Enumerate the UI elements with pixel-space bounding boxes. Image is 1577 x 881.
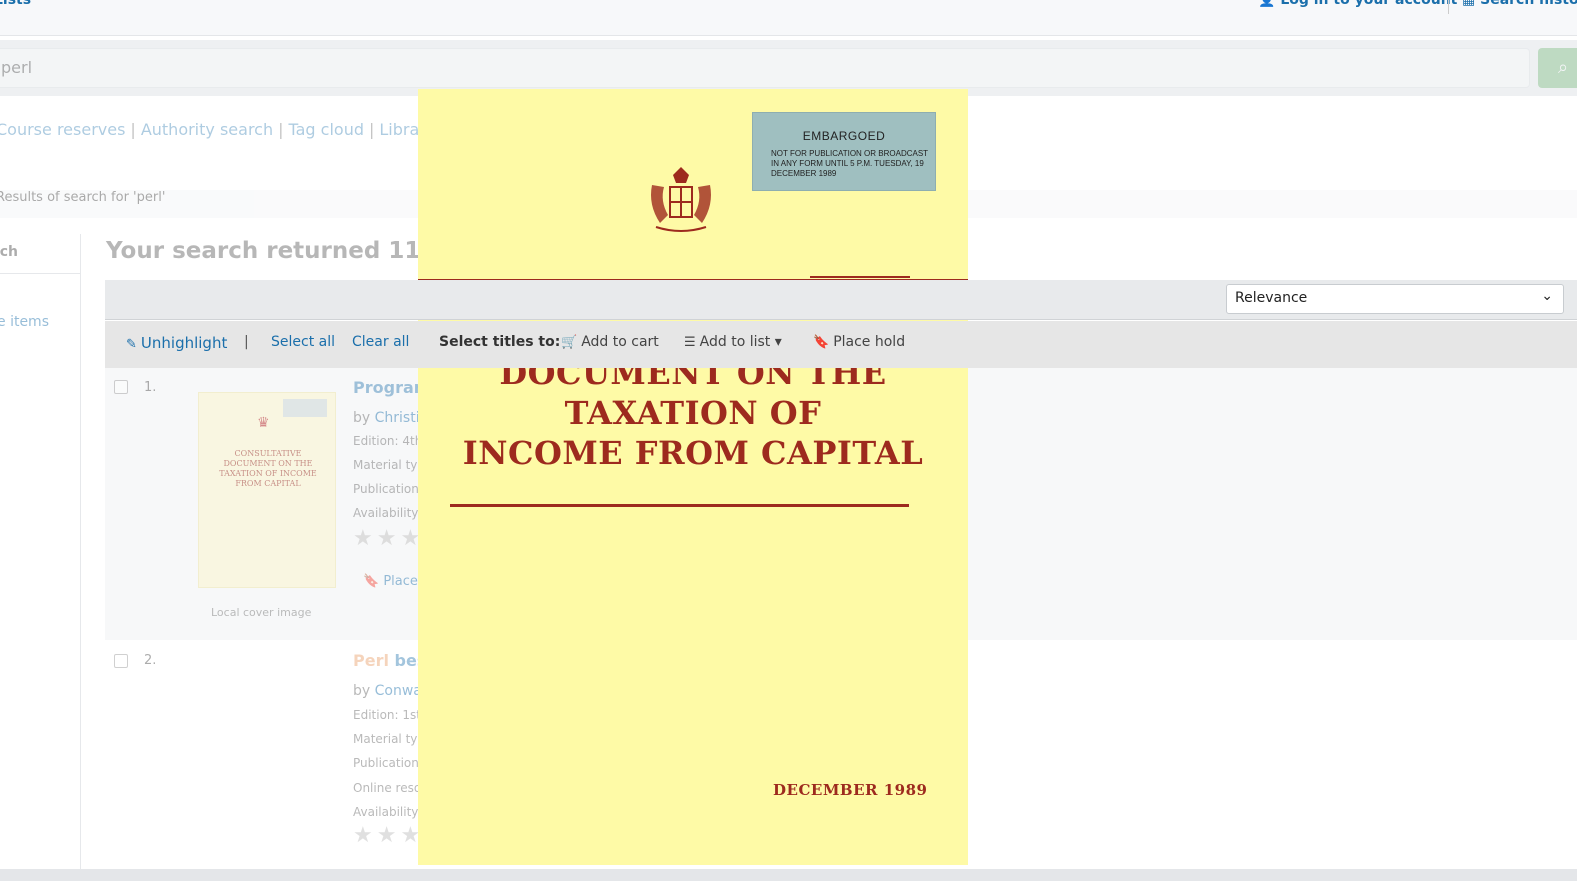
unhighlight-button[interactable]: ✎ Unhighlight — [126, 334, 227, 352]
add-to-cart-button[interactable]: 🛒Add to cart — [561, 334, 659, 350]
thumbnail-title: CONSULTATIVE DOCUMENT ON THE TAXATION OF… — [219, 449, 317, 488]
cover-rule-top — [810, 276, 910, 278]
history-icon: ▦ — [1462, 0, 1481, 8]
link-tag-cloud[interactable]: Tag cloud — [289, 120, 365, 139]
cover-date: DECEMBER 1989 — [773, 781, 928, 799]
search-history-label: Search history — [1480, 0, 1577, 8]
by-label: by — [353, 683, 371, 699]
bottom-border — [0, 869, 1577, 881]
result-publication: Publication — [353, 756, 419, 770]
caret-down-icon: ▾ — [770, 334, 782, 350]
pencil-icon: ✎ — [126, 337, 137, 352]
cover-title: DOCUMENT ON THE TAXATION OF INCOME FROM … — [458, 353, 928, 473]
top-navigation: Lists 👤 Log in to your account ▦ Search … — [0, 0, 1577, 36]
embargo-text: NOT FOR PUBLICATION OR BROADCAST IN ANY … — [771, 149, 928, 178]
embargo-label: EMBARGOED NOT FOR PUBLICATION OR BROADCA… — [752, 112, 936, 191]
coat-of-arms-icon — [651, 167, 711, 232]
result-edition: Edition: 1st — [353, 708, 421, 722]
user-icon: 👤 — [1258, 0, 1281, 8]
cover-label: Local cover image — [211, 606, 312, 619]
separator: | — [244, 334, 249, 350]
thumbnail-embargo-label — [283, 399, 327, 417]
toolbar-overlap: Select titles to: 🛒 Add to cart ☰ Add to l… — [418, 321, 968, 368]
sort-select[interactable]: Relevance ⌄ — [1226, 284, 1564, 314]
by-label: by — [353, 410, 371, 426]
separator: | — [278, 120, 284, 139]
title-highlight: Perl — [353, 651, 389, 670]
cover-rule — [450, 504, 909, 507]
result-availability: Availability: — [353, 506, 422, 520]
sidebar-item-available[interactable]: Available items — [0, 314, 49, 330]
bookmark-icon: 🔖 — [363, 574, 384, 589]
login-link[interactable]: 👤 Log in to your account — [1258, 0, 1457, 8]
embargo-heading: EMBARGOED — [802, 129, 886, 143]
link-course-reserves[interactable]: Course reserves — [0, 120, 125, 139]
nav-divider — [1448, 0, 1449, 14]
result-checkbox[interactable] — [114, 654, 128, 668]
place-hold-label: Place hold — [833, 334, 906, 350]
search-input[interactable]: perl — [0, 48, 1530, 88]
result-number: 1. — [144, 380, 157, 395]
lists-link[interactable]: Lists — [0, 0, 31, 8]
search-bar: perl ⌕ — [0, 40, 1577, 96]
add-to-list-label: Add to list — [699, 334, 771, 350]
result-thumbnail[interactable]: ♛ CONSULTATIVE DOCUMENT ON THE TAXATION … — [198, 392, 336, 588]
bookmark-icon: 🔖 — [813, 335, 830, 350]
place-hold-button[interactable]: 🔖Place hold — [813, 334, 905, 350]
result-publication: Publication — [353, 482, 419, 496]
clear-all-link[interactable]: Clear all — [352, 334, 409, 350]
select-all-link[interactable]: Select all — [271, 334, 335, 350]
list-icon: ☰ — [684, 335, 696, 350]
sidebar-heading: Refine your search — [0, 244, 18, 260]
search-history-link[interactable]: ▦ Search history — [1462, 0, 1577, 8]
result-number: 2. — [144, 653, 157, 668]
separator: | — [130, 120, 136, 139]
more-links: Course reserves | Authority search | Tag clo… — [0, 120, 449, 139]
result-checkbox[interactable] — [114, 380, 128, 394]
cover-image-overlay[interactable]: EMBARGOED NOT FOR PUBLICATION OR BROADCA… — [418, 89, 968, 865]
sort-bar-overlap — [418, 280, 968, 320]
cart-icon: 🛒 — [561, 335, 578, 350]
result-edition: Edition: 4th — [353, 434, 423, 448]
breadcrumb-current: Results of search for 'perl' — [0, 190, 166, 205]
sort-selected: Relevance — [1235, 290, 1308, 306]
select-titles-label: Select titles to: — [439, 334, 561, 350]
cover-title-line-2: TAXATION OF — [564, 394, 822, 432]
separator: | — [369, 120, 375, 139]
link-authority-search[interactable]: Authority search — [141, 120, 273, 139]
crest-icon: ♛ — [257, 415, 270, 431]
cover-title-line-3: INCOME FROM CAPITAL — [462, 434, 924, 472]
result-availability: Availability: — [353, 805, 422, 819]
add-to-list-button[interactable]: ☰Add to list ▾ — [684, 334, 782, 350]
search-icon: ⌕ — [1557, 57, 1569, 78]
chevron-down-icon: ⌄ — [1541, 288, 1553, 304]
refine-sidebar: Refine your search Available items — [0, 234, 81, 881]
login-label: Log in to your account — [1280, 0, 1458, 8]
search-button[interactable]: ⌕ — [1538, 48, 1577, 88]
add-to-cart-label: Add to cart — [581, 334, 659, 350]
unhighlight-label: Unhighlight — [140, 334, 228, 352]
